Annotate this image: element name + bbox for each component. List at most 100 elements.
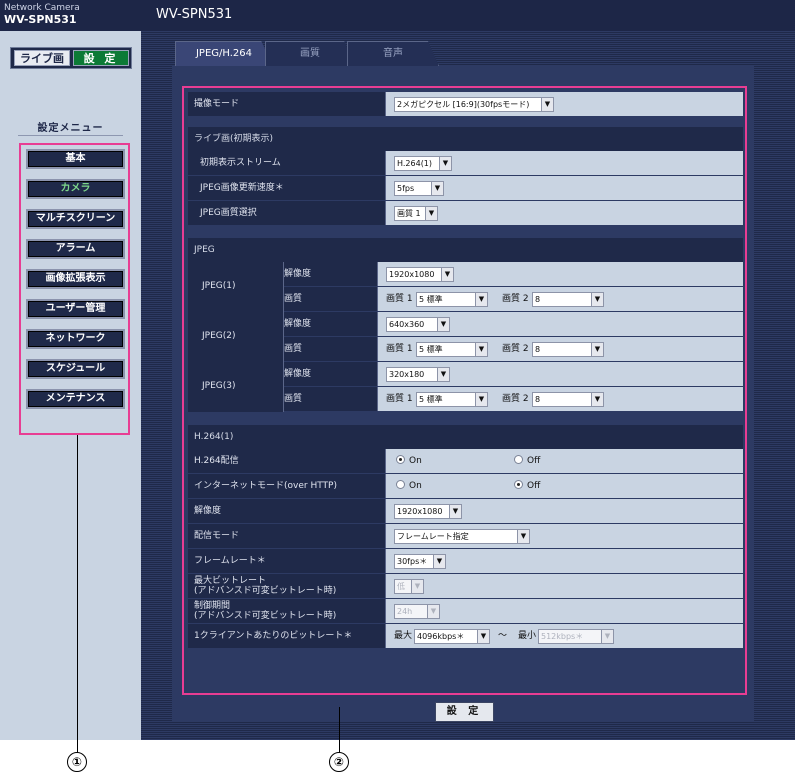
chevron-down-icon: ▼ <box>591 293 603 306</box>
jpeg3-label: JPEG(3) <box>202 381 236 391</box>
client-bitrate-max-label: 最大 <box>394 631 413 641</box>
jpeg2-quality-row: 画質 画質 1 5 標準 ▼ 画質 2 8 ▼ <box>284 337 743 361</box>
menu-alarm-button[interactable]: アラーム <box>26 239 125 259</box>
menu-basic-button[interactable]: 基本 <box>26 149 125 169</box>
chevron-down-icon: ▼ <box>437 368 449 381</box>
jpeg-quality-select[interactable]: 画質 1 ▼ <box>394 206 438 221</box>
client-bitrate-min-select[interactable]: 512kbps＊ ▼ <box>538 629 614 644</box>
h264-delivery-row: H.264配信 On Off <box>188 449 743 473</box>
jpeg1-q1-label: 画質 1 <box>386 294 413 304</box>
control-period-select[interactable]: 24h ▼ <box>394 604 440 619</box>
jpeg1-quality-label: 画質 <box>284 294 303 304</box>
max-bitrate-select[interactable]: 低 ▼ <box>394 579 424 594</box>
jpeg-section-header: JPEG <box>188 238 743 262</box>
setting-button[interactable]: 設 定 <box>73 50 129 66</box>
mode-switch: ライブ画 設 定 <box>10 47 132 69</box>
chevron-down-icon: ▼ <box>437 318 449 331</box>
callout-1: ① <box>67 752 87 772</box>
jpeg2-resolution-select[interactable]: 640x360 ▼ <box>386 317 450 332</box>
callout-line-2 <box>339 707 340 753</box>
tab-jpeg-h264[interactable]: JPEG/H.264 <box>175 41 273 66</box>
chevron-down-icon: ▼ <box>475 343 487 356</box>
jpeg1-resolution-row: 解像度 1920x1080 ▼ <box>284 262 743 286</box>
jpeg3-resolution-row: 解像度 320x180 ▼ <box>284 362 743 386</box>
jpeg1-q1-select[interactable]: 5 標準 ▼ <box>416 292 488 307</box>
jpeg1-group: JPEG(1) <box>188 262 284 312</box>
capture-mode-select[interactable]: 2メガピクセル [16:9](30fpsモード) ▼ <box>394 97 554 112</box>
menu-maintenance-button[interactable]: メンテナンス <box>26 389 125 409</box>
frame-rate-label: フレームレート＊ <box>194 556 266 566</box>
jpeg1-resolution-select[interactable]: 1920x1080 ▼ <box>386 267 454 282</box>
delivery-mode-label: 配信モード <box>194 531 240 541</box>
jpeg3-q1-label: 画質 1 <box>386 394 413 404</box>
jpeg-refresh-label: JPEG画像更新速度＊ <box>200 183 284 193</box>
chevron-down-icon: ▼ <box>439 157 451 170</box>
initial-stream-row: 初期表示ストリーム H.264(1) ▼ <box>188 151 743 175</box>
tilde-text: 〜 <box>498 631 508 641</box>
jpeg2-q1-select[interactable]: 5 標準 ▼ <box>416 342 488 357</box>
live-section-label: ライブ画(初期表示) <box>194 134 274 144</box>
jpeg3-resolution-label: 解像度 <box>284 369 312 379</box>
tab-image-quality[interactable]: 画質 <box>265 41 355 66</box>
submit-button[interactable]: 設 定 <box>435 702 494 722</box>
chevron-down-icon: ▼ <box>431 182 443 195</box>
h264-resolution-row: 解像度 1920x1080 ▼ <box>188 499 743 523</box>
capture-mode-row: 撮像モード 2メガピクセル [16:9](30fpsモード) ▼ <box>188 92 743 116</box>
chevron-down-icon: ▼ <box>475 293 487 306</box>
menu-schedule-button[interactable]: スケジュール <box>26 359 125 379</box>
page-title: WV-SPN531 <box>156 7 233 22</box>
jpeg2-label: JPEG(2) <box>202 331 236 341</box>
jpeg2-resolution-label: 解像度 <box>284 319 312 329</box>
menu-image-extension-button[interactable]: 画像拡張表示 <box>26 269 125 289</box>
menu-user-management-button[interactable]: ユーザー管理 <box>26 299 125 319</box>
jpeg2-q1-label: 画質 1 <box>386 344 413 354</box>
jpeg1-resolution-label: 解像度 <box>284 269 312 279</box>
h264-section-header: H.264(1) <box>188 425 743 449</box>
menu-divider <box>18 135 123 136</box>
internet-mode-label: インターネットモード(over HTTP) <box>194 481 337 491</box>
capture-mode-label: 撮像モード <box>194 99 240 109</box>
brand-caption: Network Camera <box>4 3 80 13</box>
jpeg-refresh-select[interactable]: 5fps ▼ <box>394 181 444 196</box>
chevron-down-icon: ▼ <box>425 207 437 220</box>
jpeg-quality-select-row: JPEG画質選択 画質 1 ▼ <box>188 201 743 225</box>
content-area: JPEG/H.264 画質 音声 撮像モード 2メガピクセル [16:9](30… <box>141 31 795 740</box>
client-bitrate-label: 1クライアントあたりのビットレート＊ <box>194 631 353 641</box>
chevron-down-icon: ▼ <box>601 630 613 643</box>
h264-delivery-off-radio[interactable]: Off <box>514 449 540 473</box>
chevron-down-icon: ▼ <box>433 555 445 568</box>
client-bitrate-max-select[interactable]: 4096kbps＊ ▼ <box>414 629 490 644</box>
top-bar: WV-SPN531 <box>141 0 795 31</box>
frame-rate-row: フレームレート＊ 30fps＊ ▼ <box>188 549 743 573</box>
control-period-row: 制御期間 (アドバンスド可変ビットレート時) 24h ▼ <box>188 599 743 623</box>
sidebar: Network Camera WV-SPN531 ライブ画 設 定 設定メニュー… <box>0 0 141 740</box>
h264-delivery-on-radio[interactable]: On <box>396 449 422 473</box>
initial-stream-select[interactable]: H.264(1) ▼ <box>394 156 452 171</box>
h264-resolution-label: 解像度 <box>194 506 222 516</box>
tab-audio[interactable]: 音声 <box>347 41 439 66</box>
internet-mode-on-radio[interactable]: On <box>396 474 422 498</box>
chevron-down-icon: ▼ <box>541 98 553 111</box>
jpeg-refresh-row: JPEG画像更新速度＊ 5fps ▼ <box>188 176 743 200</box>
menu-camera-button[interactable]: カメラ <box>26 179 125 199</box>
settings-menu: 基本 カメラ マルチスクリーン アラーム 画像拡張表示 ユーザー管理 ネットワー… <box>19 143 130 435</box>
max-bitrate-sublabel: (アドバンスド可変ビットレート時) <box>194 586 337 596</box>
h264-resolution-select[interactable]: 1920x1080 ▼ <box>394 504 462 519</box>
menu-network-button[interactable]: ネットワーク <box>26 329 125 349</box>
jpeg3-resolution-select[interactable]: 320x180 ▼ <box>386 367 450 382</box>
jpeg3-quality-label: 画質 <box>284 394 303 404</box>
internet-mode-off-radio[interactable]: Off <box>514 474 540 498</box>
menu-title: 設定メニュー <box>37 123 104 134</box>
h264-delivery-label: H.264配信 <box>194 456 239 466</box>
initial-stream-label: 初期表示ストリーム <box>200 158 281 168</box>
menu-multiscreen-button[interactable]: マルチスクリーン <box>26 209 125 229</box>
delivery-mode-select[interactable]: フレームレート指定 ▼ <box>394 529 530 544</box>
live-button[interactable]: ライブ画 <box>14 50 70 66</box>
jpeg1-q2-select[interactable]: 8 ▼ <box>532 292 604 307</box>
jpeg3-q2-select[interactable]: 8 ▼ <box>532 392 604 407</box>
jpeg3-q1-select[interactable]: 5 標準 ▼ <box>416 392 488 407</box>
frame-rate-select[interactable]: 30fps＊ ▼ <box>394 554 446 569</box>
jpeg1-q2-label: 画質 2 <box>502 294 529 304</box>
jpeg2-q2-select[interactable]: 8 ▼ <box>532 342 604 357</box>
brand-model: WV-SPN531 <box>4 13 77 26</box>
